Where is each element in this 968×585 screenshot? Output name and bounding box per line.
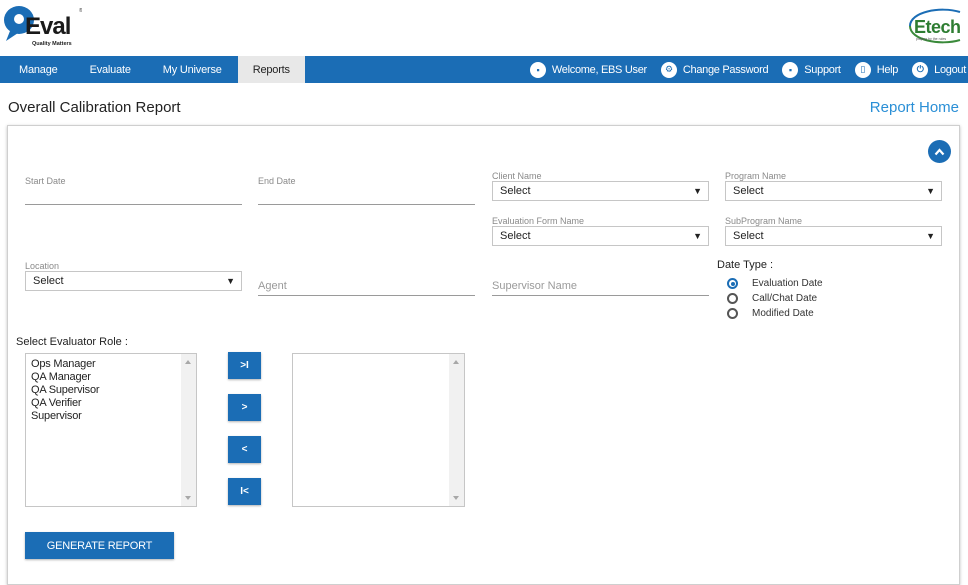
location-value: Select	[33, 275, 64, 287]
selected-roles-list[interactable]	[292, 353, 465, 507]
main-navbar: Manage Evaluate My Universe Reports ▪ We…	[0, 56, 968, 83]
scrollbar[interactable]	[449, 354, 464, 506]
list-item[interactable]: Ops Manager	[31, 358, 191, 371]
available-roles-list[interactable]: Ops Manager QA Manager QA Supervisor QA …	[25, 353, 197, 507]
scroll-down-icon[interactable]	[185, 496, 191, 500]
chevron-up-icon	[934, 147, 945, 155]
scrollbar[interactable]	[181, 354, 196, 506]
client-name-value: Select	[500, 185, 531, 197]
date-type-label: Date Type :	[717, 259, 774, 271]
logout-link[interactable]: ⏻ Logout	[912, 61, 966, 78]
agent-input[interactable]	[258, 276, 475, 296]
supervisor-name-input[interactable]	[492, 276, 709, 296]
change-password-label: Change Password	[682, 63, 769, 76]
dropdown-arrow-icon: ▼	[693, 186, 702, 196]
svg-text:playing by the rules: playing by the rules	[916, 37, 946, 41]
program-name-value: Select	[733, 185, 764, 197]
move-left-button[interactable]: <	[228, 436, 261, 463]
svg-text:®: ®	[79, 7, 82, 14]
list-item[interactable]: QA Manager	[31, 371, 191, 384]
change-password-link[interactable]: ⚙ Change Password	[660, 61, 769, 78]
move-right-button[interactable]: >	[228, 394, 261, 421]
radio-call-chat-date[interactable]: Call/Chat Date	[727, 293, 817, 304]
subprogram-name-value: Select	[733, 230, 764, 242]
location-label: Location	[25, 261, 60, 271]
dropdown-arrow-icon: ▼	[226, 276, 235, 286]
generate-report-button[interactable]: GENERATE REPORT	[25, 532, 174, 559]
book-icon: ▯	[854, 61, 871, 78]
evaluation-form-name-value: Select	[500, 230, 531, 242]
gear-icon: ⚙	[660, 61, 677, 78]
help-label: Help	[876, 63, 899, 76]
welcome-user[interactable]: ▪ Welcome, EBS User	[529, 61, 647, 78]
dropdown-arrow-icon: ▼	[693, 231, 702, 241]
header: Eval ® Quality Matters Etech playing by …	[0, 0, 968, 56]
radio-label: Call/Chat Date	[752, 293, 818, 304]
list-item[interactable]: Supervisor	[31, 410, 191, 423]
location-select[interactable]: Select ▼	[25, 271, 242, 291]
support-icon: ▪	[782, 61, 799, 78]
move-all-left-button[interactable]: I<	[228, 478, 261, 505]
nav-evaluate[interactable]: Evaluate	[74, 56, 147, 83]
dropdown-arrow-icon: ▼	[926, 186, 935, 196]
client-name-select[interactable]: Select ▼	[492, 181, 709, 201]
end-date-input[interactable]	[258, 185, 475, 205]
svg-text:Eval: Eval	[25, 13, 70, 40]
svg-text:Etech: Etech	[914, 17, 961, 37]
collapse-button[interactable]	[928, 140, 951, 163]
nav-manage[interactable]: Manage	[0, 56, 74, 83]
etech-logo[interactable]: Etech playing by the rules	[900, 4, 964, 48]
support-link[interactable]: ▪ Support	[782, 61, 841, 78]
user-badge-icon: ▪	[529, 61, 546, 78]
power-icon: ⏻	[912, 61, 929, 78]
list-item[interactable]: QA Verifier	[31, 397, 191, 410]
program-name-label: Program Name	[725, 171, 787, 181]
support-label: Support	[804, 63, 841, 76]
subprogram-name-label: SubProgram Name	[725, 216, 803, 226]
radio-label: Modified Date	[752, 308, 814, 319]
page-title: Overall Calibration Report	[8, 99, 181, 116]
scroll-up-icon[interactable]	[453, 360, 459, 364]
move-all-right-button[interactable]: >I	[228, 352, 261, 379]
dropdown-arrow-icon: ▼	[926, 231, 935, 241]
svg-text:Quality Matters: Quality Matters	[32, 41, 72, 47]
program-name-select[interactable]: Select ▼	[725, 181, 942, 201]
start-date-input[interactable]	[25, 185, 242, 205]
scroll-down-icon[interactable]	[453, 496, 459, 500]
radio-evaluation-date[interactable]: Evaluation Date	[727, 278, 823, 289]
client-name-label: Client Name	[492, 171, 542, 181]
evaluator-role-label: Select Evaluator Role :	[16, 336, 128, 348]
evaluation-form-name-select[interactable]: Select ▼	[492, 226, 709, 246]
evaluation-form-name-label: Evaluation Form Name	[492, 216, 585, 226]
radio-button[interactable]	[727, 293, 738, 304]
help-link[interactable]: ▯ Help	[854, 61, 899, 78]
radio-button[interactable]	[727, 308, 738, 319]
nav-my-universe[interactable]: My Universe	[147, 56, 238, 83]
subprogram-name-select[interactable]: Select ▼	[725, 226, 942, 246]
logout-label: Logout	[934, 63, 966, 76]
report-home-link[interactable]: Report Home	[870, 99, 959, 116]
list-item[interactable]: QA Supervisor	[31, 384, 191, 397]
scroll-up-icon[interactable]	[185, 360, 191, 364]
qeval-logo[interactable]: Eval ® Quality Matters	[2, 3, 83, 49]
nav-reports[interactable]: Reports	[237, 56, 305, 83]
radio-label: Evaluation Date	[752, 278, 823, 289]
radio-modified-date[interactable]: Modified Date	[727, 308, 814, 319]
welcome-label: Welcome, EBS User	[551, 63, 647, 76]
radio-button-selected[interactable]	[727, 278, 738, 289]
